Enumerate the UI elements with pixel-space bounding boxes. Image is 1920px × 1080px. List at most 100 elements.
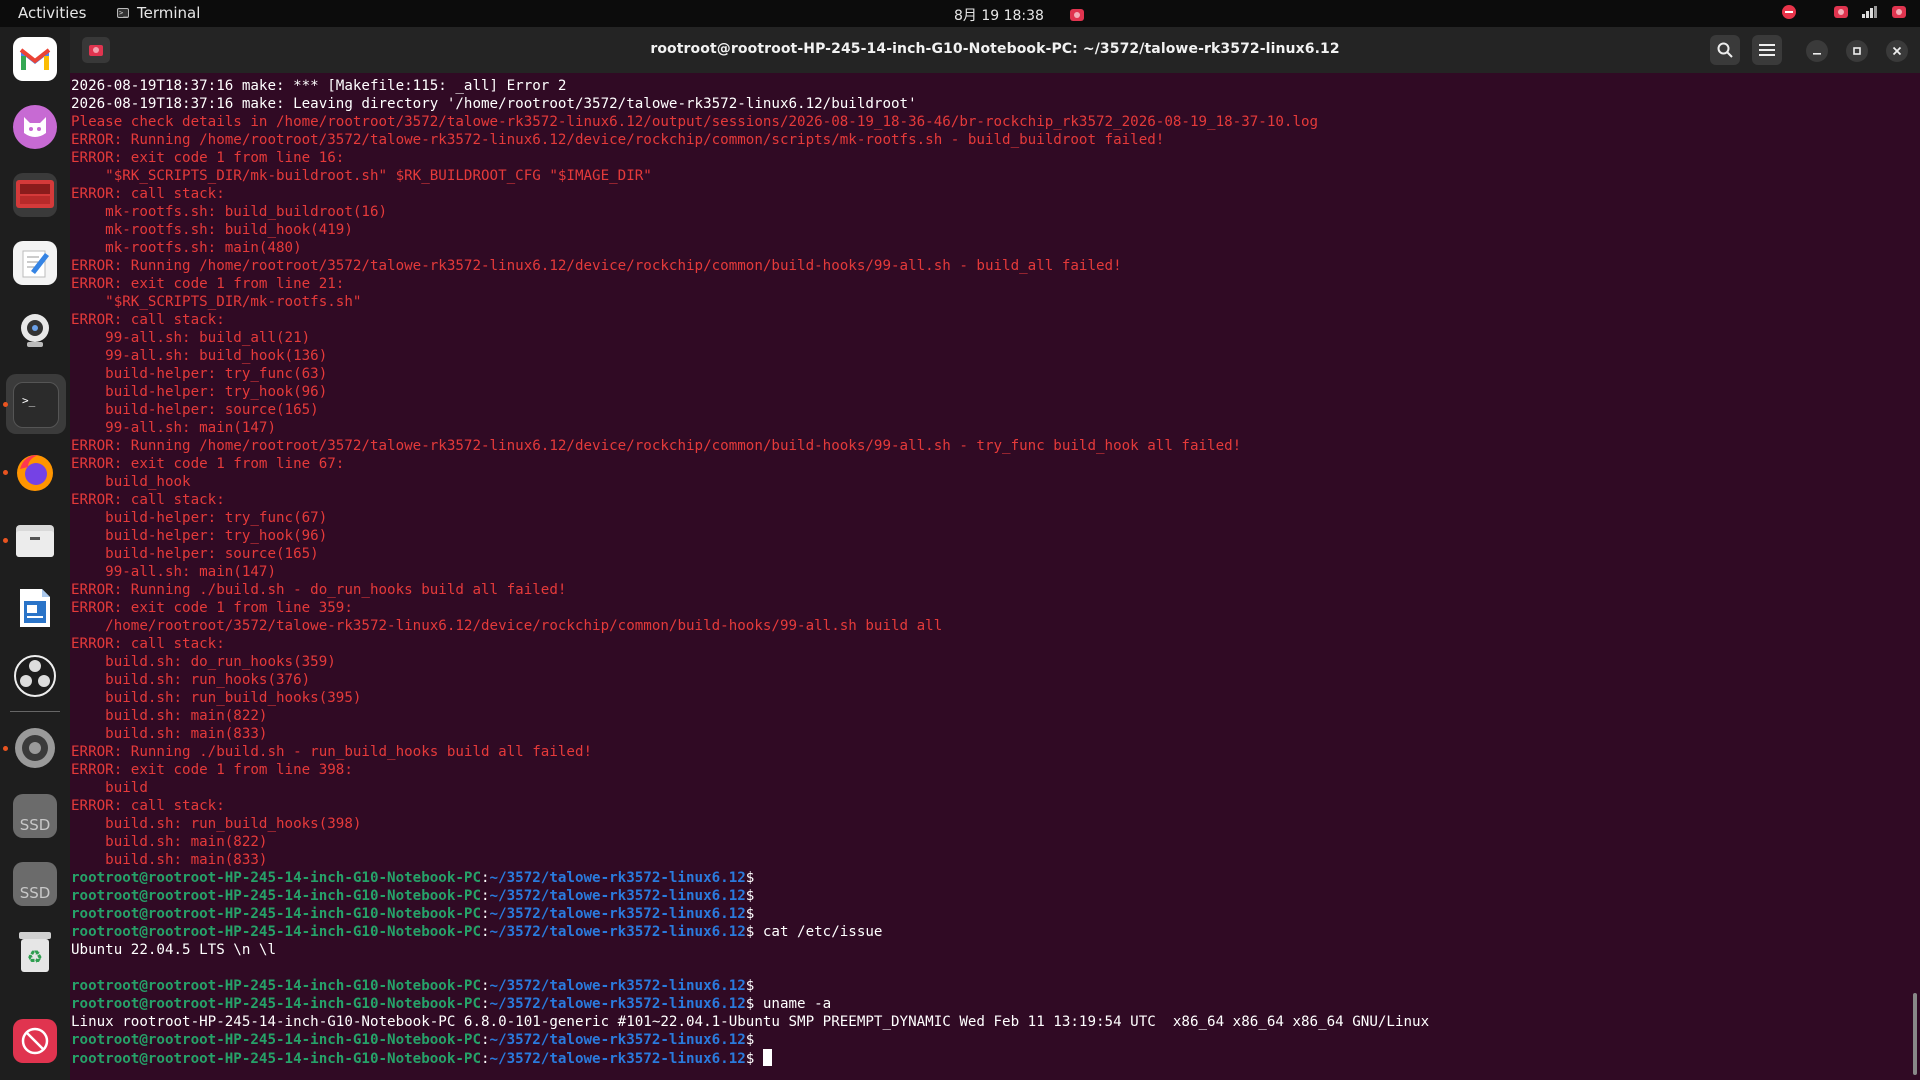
- terminal-icon: >_: [117, 8, 129, 18]
- dock-item-text-editor[interactable]: [13, 241, 57, 285]
- prompt-symbol: $: [745, 1032, 755, 1048]
- menu-button[interactable]: [1752, 35, 1782, 65]
- prompt-user: rootroot@rootroot-HP-245-14-inch-G10-Not…: [71, 978, 481, 994]
- error-line: ERROR: exit code 1 from line 398:: [71, 762, 353, 778]
- prompt-separator: :: [481, 996, 490, 1012]
- clock[interactable]: 8月 19 18:38: [954, 5, 1084, 25]
- screen-recording-icon[interactable]: [1069, 9, 1084, 21]
- prompt-line: rootroot@rootroot-HP-245-14-inch-G10-Not…: [71, 869, 754, 887]
- error-line: "$RK_SCRIPTS_DIR/mk-buildroot.sh" $RK_BU…: [71, 168, 652, 184]
- prompt-separator: :: [481, 1051, 490, 1067]
- prompt-path: ~/3572/talowe-rk3572-linux6.12: [489, 906, 746, 922]
- activities-button[interactable]: Activities: [18, 4, 86, 22]
- dock-item-screen-recorder[interactable]: [13, 173, 57, 217]
- error-line: build-helper: source(165): [71, 402, 319, 418]
- clock-label: 8月 19 18:38: [954, 8, 1044, 24]
- files-icon: [16, 525, 54, 557]
- obs-icon: [14, 655, 56, 697]
- command-text: uname -a: [754, 996, 832, 1012]
- search-button[interactable]: [1710, 35, 1740, 65]
- dock-item-cat-app[interactable]: [13, 105, 57, 149]
- ssd-drive-icon: SSD: [20, 884, 51, 902]
- writer-icon: [20, 589, 50, 627]
- minimize-icon: [1813, 53, 1821, 55]
- error-line: ERROR: exit code 1 from line 67:: [71, 456, 345, 472]
- dock-item-ssd-2[interactable]: SSD: [13, 862, 57, 906]
- dock-item-gmail[interactable]: [13, 37, 57, 81]
- minimize-button[interactable]: [1806, 40, 1828, 62]
- top-bar: Activities >_ Terminal 8月 19 18:38: [0, 0, 1920, 27]
- output-line: 2026-08-19T18:37:16 make: Leaving direct…: [71, 96, 917, 112]
- close-button[interactable]: [1886, 40, 1908, 62]
- error-line: ERROR: call stack:: [71, 492, 225, 508]
- prompt-user: rootroot@rootroot-HP-245-14-inch-G10-Not…: [71, 906, 481, 922]
- dock: >_ SSD SSD ♻: [0, 27, 70, 1080]
- error-line: 99-all.sh: build_all(21): [71, 330, 311, 346]
- output-line: Linux rootroot-HP-245-14-inch-G10-Notebo…: [71, 1014, 1430, 1030]
- hamburger-menu-icon: [1759, 44, 1775, 56]
- prompt-line: rootroot@rootroot-HP-245-14-inch-G10-Not…: [71, 887, 754, 905]
- dock-item-terminal[interactable]: >_: [13, 382, 59, 428]
- error-line: 99-all.sh: main(147): [71, 564, 276, 580]
- cat-icon: [24, 117, 46, 137]
- dock-item-app-store[interactable]: [13, 1019, 57, 1063]
- webcam-icon: [21, 314, 49, 347]
- prompt-user: rootroot@rootroot-HP-245-14-inch-G10-Not…: [71, 1051, 481, 1067]
- search-icon: [1717, 42, 1733, 58]
- prompt-separator: :: [481, 906, 490, 922]
- dock-item-files[interactable]: [13, 518, 57, 562]
- trash-icon: ♻: [19, 932, 51, 972]
- dock-item-obs[interactable]: [13, 654, 57, 698]
- title-bar[interactable]: rootroot@rootroot-HP-245-14-inch-G10-Not…: [70, 27, 1920, 73]
- error-line: ERROR: exit code 1 from line 359:: [71, 600, 353, 616]
- error-line: build.sh: main(822): [71, 834, 268, 850]
- scrollbar[interactable]: [1913, 993, 1917, 1075]
- indicator-icon[interactable]: [1834, 6, 1848, 18]
- network-icon[interactable]: [1862, 6, 1878, 18]
- system-tray[interactable]: [1782, 5, 1906, 19]
- settings-icon: [15, 728, 55, 768]
- prompt-separator: :: [481, 1032, 490, 1048]
- error-line: ERROR: Running /home/rootroot/3572/talow…: [71, 438, 1242, 454]
- prompt-line: rootroot@rootroot-HP-245-14-inch-G10-Not…: [71, 995, 831, 1013]
- error-line: ERROR: call stack:: [71, 312, 225, 328]
- prompt-separator: :: [481, 888, 490, 904]
- error-line: build_hook: [71, 474, 191, 490]
- dock-item-webcam[interactable]: [13, 309, 57, 353]
- error-line: 99-all.sh: main(147): [71, 420, 276, 436]
- app-menu[interactable]: >_ Terminal: [117, 4, 200, 22]
- error-line: build.sh: main(833): [71, 852, 268, 868]
- error-line: Please check details in /home/rootroot/3…: [71, 114, 1319, 130]
- dock-item-ssd-1[interactable]: SSD: [13, 794, 57, 838]
- text-editor-icon: [22, 250, 49, 278]
- running-indicator: [3, 470, 8, 475]
- power-icon[interactable]: [1892, 6, 1906, 18]
- error-line: /home/rootroot/3572/talowe-rk3572-linux6…: [71, 618, 943, 634]
- error-line: ERROR: Running /home/rootroot/3572/talow…: [71, 258, 1122, 274]
- dock-item-firefox[interactable]: [13, 450, 57, 494]
- maximize-button[interactable]: [1846, 40, 1868, 62]
- ssd-drive-icon: SSD: [20, 816, 51, 834]
- do-not-disturb-icon[interactable]: [1782, 5, 1796, 19]
- error-line: build.sh: main(833): [71, 726, 268, 742]
- dock-item-writer[interactable]: [13, 586, 57, 630]
- error-line: mk-rootfs.sh: main(480): [71, 240, 302, 256]
- error-line: build-helper: source(165): [71, 546, 319, 562]
- dock-item-settings[interactable]: [13, 726, 57, 770]
- output-line: 2026-08-19T18:37:16 make: *** [Makefile:…: [71, 78, 567, 94]
- prompt-symbol: $: [745, 906, 755, 922]
- prompt-user: rootroot@rootroot-HP-245-14-inch-G10-Not…: [71, 888, 481, 904]
- prompt-user: rootroot@rootroot-HP-245-14-inch-G10-Not…: [71, 996, 481, 1012]
- error-line: build.sh: main(822): [71, 708, 268, 724]
- terminal-output[interactable]: 2026-08-19T18:37:16 make: *** [Makefile:…: [70, 73, 1920, 1080]
- error-line: build-helper: try_func(67): [71, 510, 328, 526]
- error-line: ERROR: Running /home/rootroot/3572/talow…: [71, 132, 1165, 148]
- prompt-path: ~/3572/talowe-rk3572-linux6.12: [489, 888, 746, 904]
- error-line: ERROR: call stack:: [71, 636, 225, 652]
- error-line: build-helper: try_hook(96): [71, 528, 328, 544]
- error-line: build-helper: try_func(63): [71, 366, 328, 382]
- dock-item-trash[interactable]: ♻: [13, 930, 57, 974]
- error-line: build.sh: run_build_hooks(395): [71, 690, 362, 706]
- prompt-symbol: $: [745, 888, 755, 904]
- prompt-line: rootroot@rootroot-HP-245-14-inch-G10-Not…: [71, 1031, 754, 1049]
